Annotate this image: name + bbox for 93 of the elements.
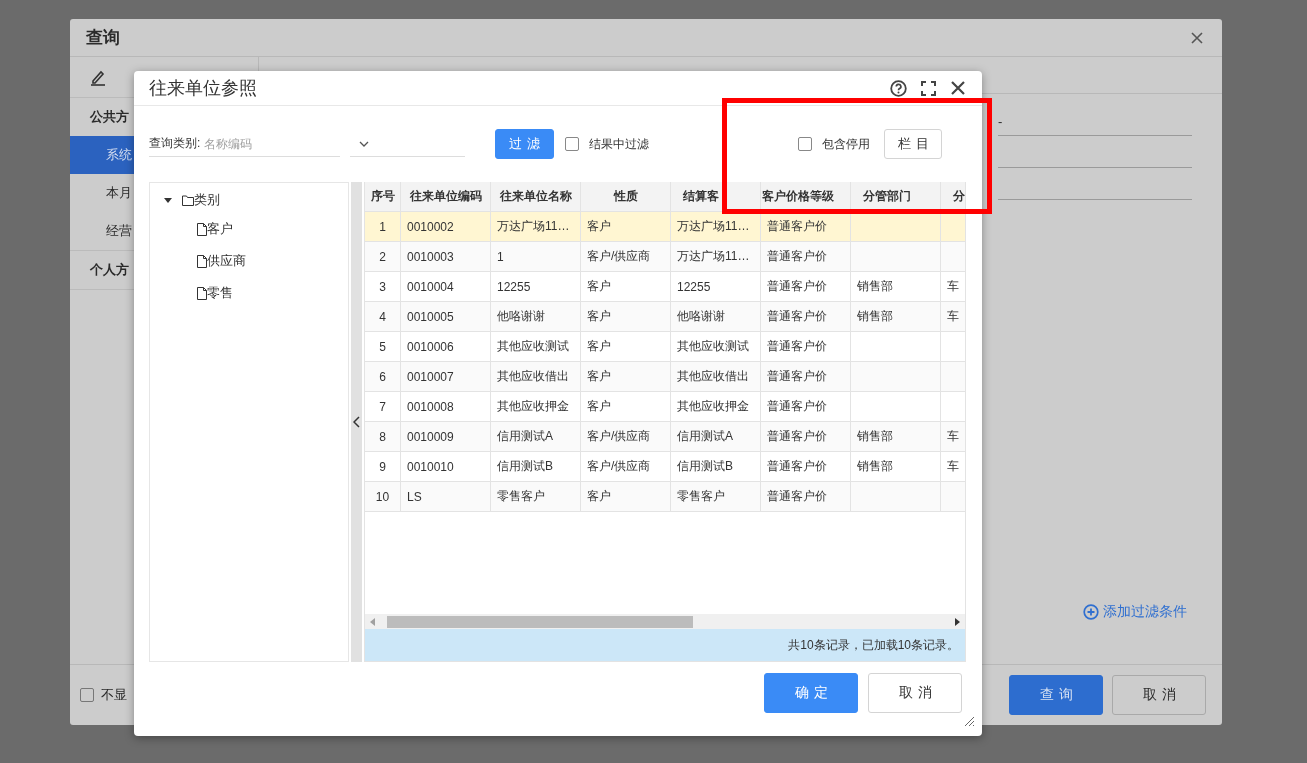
table-cell: 普通客户价 bbox=[761, 242, 851, 272]
table-cell: 普通客户价 bbox=[761, 212, 851, 242]
table-cell: 0010003 bbox=[401, 242, 491, 272]
checkbox-label[interactable]: 不显 bbox=[101, 686, 127, 704]
table-cell: 销售部 bbox=[851, 302, 941, 332]
checkbox-label[interactable]: 包含停用 bbox=[822, 135, 870, 153]
table-cell: 普通客户价 bbox=[761, 482, 851, 512]
column-header[interactable]: 分管部门 bbox=[851, 182, 941, 212]
column-header[interactable]: 往来单位编码 bbox=[401, 182, 491, 212]
resize-grip-icon[interactable] bbox=[964, 716, 975, 727]
record-count: 共10条记录，已加载10条记录。 bbox=[788, 636, 959, 654]
table-cell: 销售部 bbox=[851, 422, 941, 452]
table-cell: 客户 bbox=[581, 482, 671, 512]
horizontal-scrollbar[interactable] bbox=[365, 614, 965, 629]
table-cell: 其他应收借出 bbox=[491, 362, 581, 392]
table-cell: 客户 bbox=[581, 302, 671, 332]
file-icon bbox=[197, 286, 207, 300]
table-row[interactable]: 8 0010009 信用测试A 客户/供应商 信用测试A 普通客户价 销售部 车 bbox=[365, 422, 965, 452]
table-cell: 6 bbox=[365, 362, 401, 392]
close-icon[interactable] bbox=[950, 80, 966, 96]
table-cell: 他咯谢谢 bbox=[671, 302, 761, 332]
help-icon[interactable] bbox=[890, 79, 907, 97]
table-cell: 其他应收借出 bbox=[671, 362, 761, 392]
column-header[interactable]: 性质 bbox=[581, 182, 671, 212]
tree-item[interactable]: 客户 bbox=[207, 220, 233, 238]
table-cell: 普通客户价 bbox=[761, 302, 851, 332]
section-title: 个人方 bbox=[90, 262, 129, 277]
chevron-left-icon[interactable] bbox=[353, 416, 360, 428]
folder-icon bbox=[182, 194, 194, 206]
table-cell: 客户/供应商 bbox=[581, 242, 671, 272]
column-header[interactable]: 往来单位名称 bbox=[491, 182, 581, 212]
table-cell: 0010002 bbox=[401, 212, 491, 242]
column-header[interactable]: 序号 bbox=[365, 182, 401, 212]
caret-down-icon[interactable] bbox=[164, 196, 172, 204]
table-cell: 零售客户 bbox=[491, 482, 581, 512]
table-cell: 10 bbox=[365, 482, 401, 512]
column-header[interactable]: 分 bbox=[941, 182, 965, 212]
table-cell: 万达广场11… bbox=[671, 242, 761, 272]
tree-item[interactable]: 类别 bbox=[194, 191, 220, 209]
table-cell: 车 bbox=[941, 302, 965, 332]
table-row[interactable]: 10 LS 零售客户 客户 零售客户 普通客户价 bbox=[365, 482, 965, 512]
table-cell: 信用测试A bbox=[671, 422, 761, 452]
pencil-icon[interactable] bbox=[90, 68, 106, 86]
table-row[interactable]: 1 0010002 万达广场11… 客户 万达广场11… 普通客户价 bbox=[365, 212, 965, 242]
table-row[interactable]: 4 0010005 他咯谢谢 客户 他咯谢谢 普通客户价 销售部 车 bbox=[365, 302, 965, 332]
dialog-title: 查询 bbox=[86, 27, 120, 49]
chevron-down-icon[interactable] bbox=[359, 140, 370, 147]
table-cell: 车 bbox=[941, 422, 965, 452]
table-cell: LS bbox=[401, 482, 491, 512]
file-icon bbox=[197, 222, 207, 236]
table-cell: 客户 bbox=[581, 212, 671, 242]
table-cell: 2 bbox=[365, 242, 401, 272]
table-cell: 1 bbox=[365, 212, 401, 242]
table-cell: 0010005 bbox=[401, 302, 491, 332]
button[interactable]: 取消 bbox=[1112, 675, 1206, 715]
table-cell: 0010007 bbox=[401, 362, 491, 392]
range-separator: - bbox=[998, 114, 1003, 131]
fullscreen-icon[interactable] bbox=[921, 80, 936, 96]
field-label: 查询类别: bbox=[149, 135, 201, 152]
tree-item[interactable]: 零售 bbox=[207, 284, 233, 302]
table-cell: 客户 bbox=[581, 362, 671, 392]
table-cell: 万达广场11… bbox=[671, 212, 761, 242]
table-cell: 普通客户价 bbox=[761, 422, 851, 452]
table-row[interactable]: 6 0010007 其他应收借出 客户 其他应收借出 普通客户价 bbox=[365, 362, 965, 392]
column-header[interactable]: 结算客 bbox=[671, 182, 761, 212]
scrollbar-thumb[interactable] bbox=[387, 615, 693, 628]
table-cell: 4 bbox=[365, 302, 401, 332]
checkbox[interactable] bbox=[798, 137, 812, 151]
checkbox[interactable] bbox=[565, 137, 579, 151]
table-cell: 万达广场11… bbox=[491, 212, 581, 242]
table-cell: 客户/供应商 bbox=[581, 422, 671, 452]
plus-circle-icon[interactable] bbox=[1083, 604, 1099, 620]
table-cell: 信用测试A bbox=[491, 422, 581, 452]
button[interactable]: 取消 bbox=[868, 673, 962, 713]
table-cell: 他咯谢谢 bbox=[491, 302, 581, 332]
column-header[interactable]: 客户价格等级 bbox=[761, 182, 851, 212]
table-cell: 普通客户价 bbox=[761, 362, 851, 392]
table-cell: 零售客户 bbox=[671, 482, 761, 512]
close-icon[interactable] bbox=[1190, 30, 1204, 45]
table-row[interactable]: 2 0010003 1 客户/供应商 万达广场11… 普通客户价 bbox=[365, 242, 965, 272]
tree-item[interactable]: 供应商 bbox=[207, 252, 246, 270]
table-cell: 1 bbox=[491, 242, 581, 272]
checkbox-label[interactable]: 结果中过滤 bbox=[589, 135, 649, 153]
file-icon bbox=[197, 254, 207, 268]
checkbox[interactable] bbox=[80, 688, 94, 702]
table-cell: 0010009 bbox=[401, 422, 491, 452]
table-cell: 8 bbox=[365, 422, 401, 452]
section-title: 公共方 bbox=[90, 109, 129, 124]
primary-button[interactable]: 查询 bbox=[1009, 675, 1103, 715]
dialog-title: 往来单位参照 bbox=[149, 77, 257, 100]
button[interactable]: 栏目 bbox=[884, 129, 942, 159]
dropdown-field[interactable]: 名称编码 bbox=[204, 136, 360, 151]
scroll-right-icon[interactable] bbox=[955, 617, 960, 626]
